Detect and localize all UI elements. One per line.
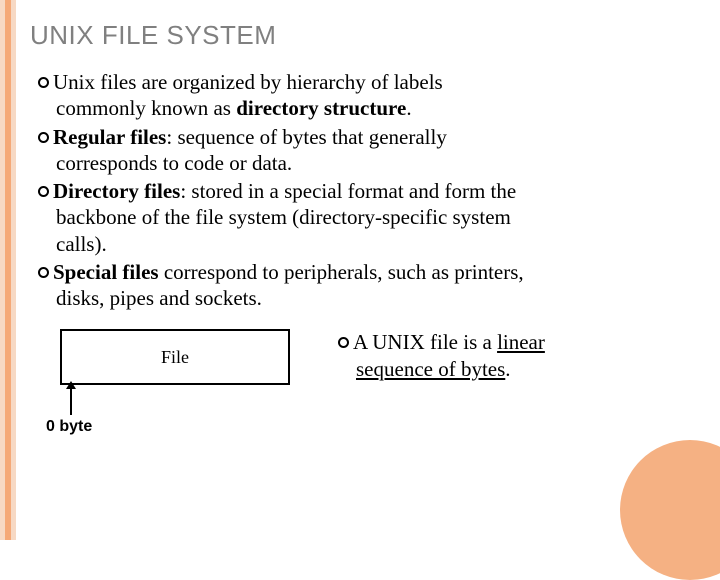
text: : sequence of bytes that generally bbox=[166, 125, 446, 149]
slide-content: UNIX FILE SYSTEM Unix files are organize… bbox=[30, 20, 700, 385]
bottom-row: File 0 byte A UNIX file is a linear sequ… bbox=[38, 329, 700, 385]
left-stripes bbox=[0, 0, 16, 540]
zero-byte-label: 0 byte bbox=[46, 417, 92, 437]
text: calls). bbox=[38, 231, 700, 257]
bullet-5: A UNIX file is a linear sequence of byte… bbox=[338, 329, 698, 382]
body-text: Unix files are organized by hierarchy of… bbox=[30, 69, 700, 385]
slide-title: UNIX FILE SYSTEM bbox=[30, 20, 700, 51]
bullet-icon bbox=[38, 132, 49, 143]
bullet-4: Special files correspond to peripherals,… bbox=[38, 259, 700, 312]
text: commonly known as bbox=[56, 96, 236, 120]
text: . bbox=[406, 96, 411, 120]
bullet-1: Unix files are organized by hierarchy of… bbox=[38, 69, 700, 122]
bullet-icon bbox=[38, 77, 49, 88]
text: : stored in a special format and form th… bbox=[180, 179, 516, 203]
text: . bbox=[505, 357, 510, 381]
bullet-icon bbox=[338, 337, 349, 348]
file-diagram: File 0 byte bbox=[38, 329, 298, 385]
bold-text: files bbox=[139, 179, 180, 203]
bullet-icon bbox=[38, 186, 49, 197]
decorative-circle bbox=[620, 440, 720, 580]
bold-text: Special bbox=[53, 260, 117, 284]
text: A UNIX file is a bbox=[353, 330, 497, 354]
text: disks, pipes and sockets. bbox=[38, 285, 700, 311]
file-box: File bbox=[60, 329, 290, 385]
bold-text: Regular bbox=[53, 125, 125, 149]
bold-text: files bbox=[117, 260, 158, 284]
text: Unix files are organized by hierarchy of… bbox=[53, 70, 443, 94]
underline-text: sequence of bytes bbox=[356, 357, 505, 381]
arrow-icon bbox=[70, 387, 72, 415]
bold-text: files bbox=[125, 125, 166, 149]
bullet-icon bbox=[38, 267, 49, 278]
text: correspond to peripherals, such as print… bbox=[159, 260, 524, 284]
bullet-2: Regular files: sequence of bytes that ge… bbox=[38, 124, 700, 177]
text: corresponds to code or data. bbox=[38, 150, 700, 176]
underline-text: linear bbox=[497, 330, 545, 354]
bold-text: directory structure bbox=[236, 96, 406, 120]
bullet-3: Directory files: stored in a special for… bbox=[38, 178, 700, 257]
bold-text: Directory bbox=[53, 179, 139, 203]
text: backbone of the file system (directory-s… bbox=[38, 204, 700, 230]
